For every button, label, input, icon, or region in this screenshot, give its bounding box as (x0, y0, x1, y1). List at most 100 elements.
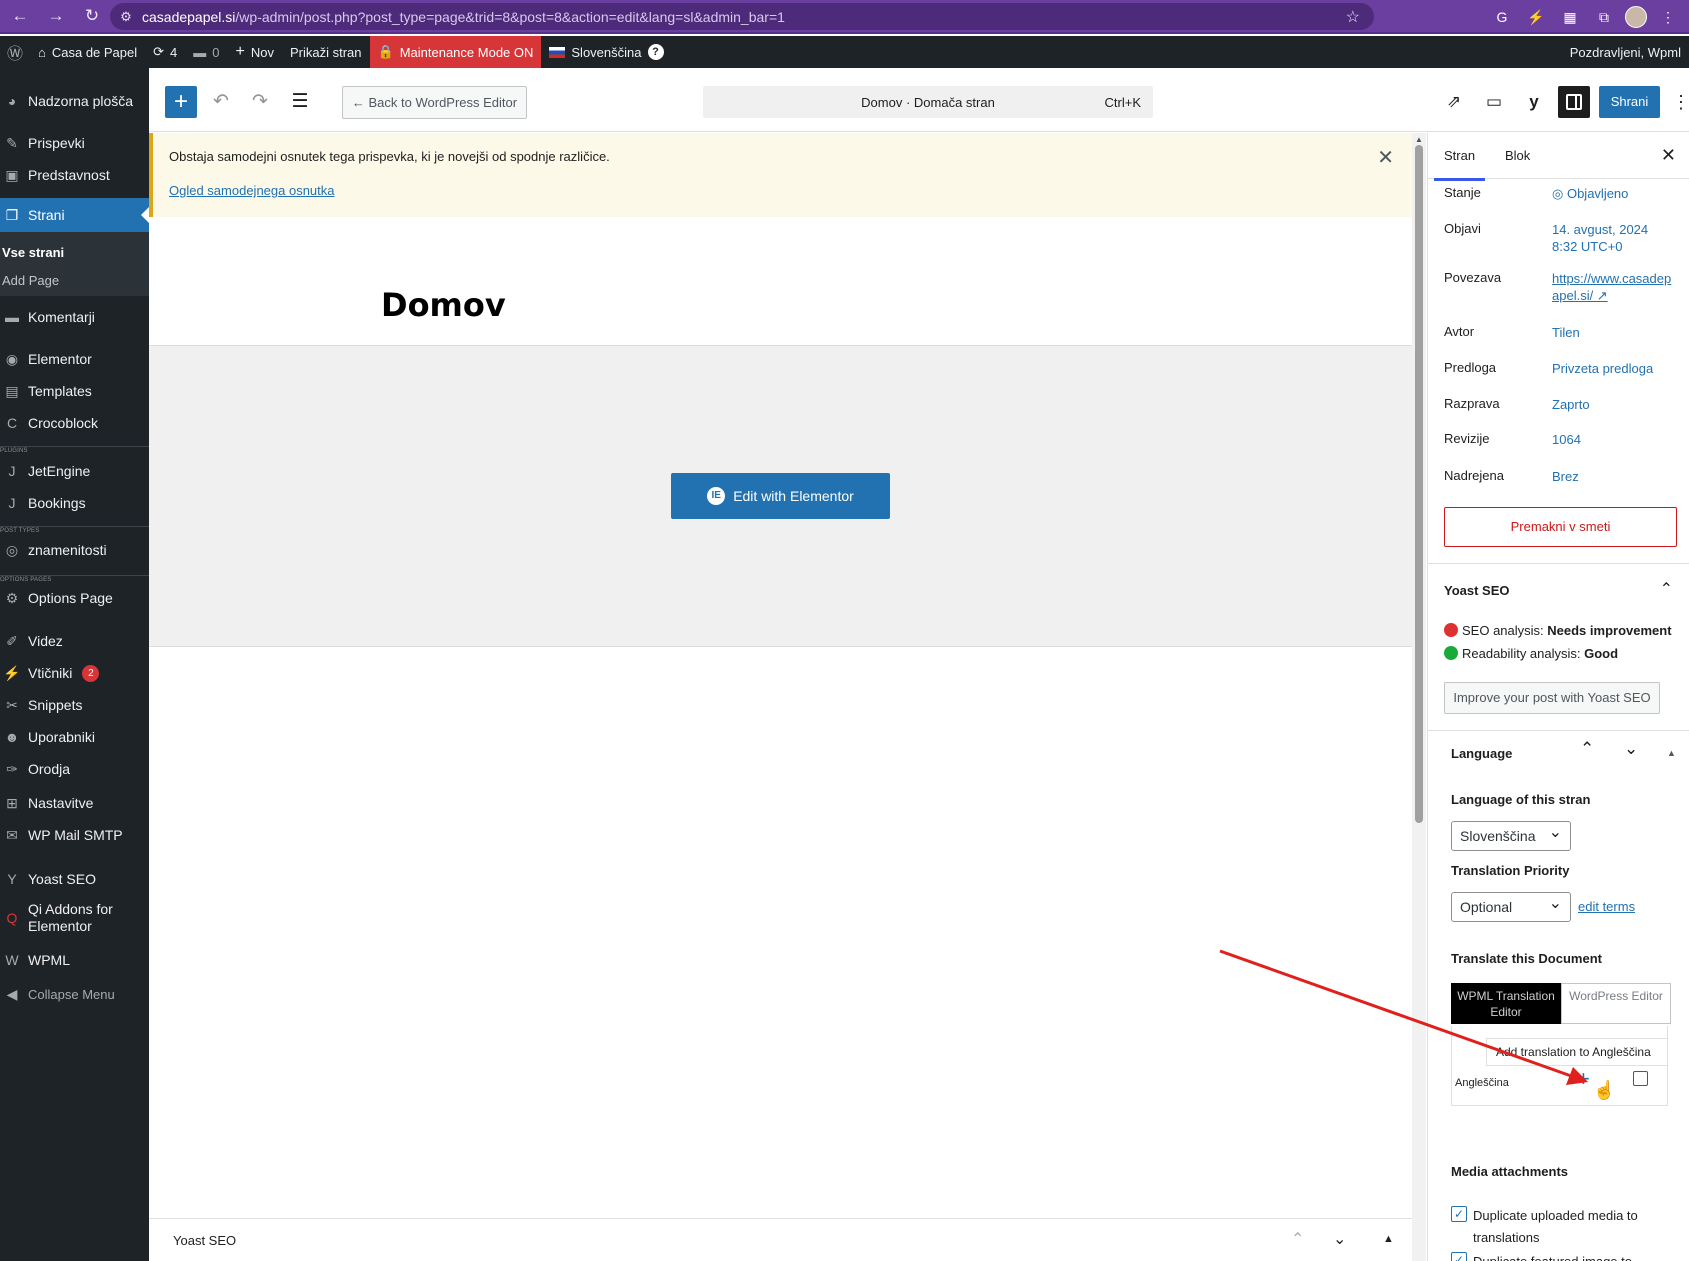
back-arrow-icon[interactable]: ← (4, 1, 36, 31)
improve-with-yoast-button[interactable]: Improve your post with Yoast SEO (1444, 682, 1660, 714)
add-translation-plus-icon[interactable]: + (1577, 1068, 1590, 1090)
puzzle-icon[interactable]: ⧉ (1591, 4, 1617, 30)
sidebar-item-media[interactable]: ▣ Predstavnost (0, 158, 149, 192)
discussion-value[interactable]: Zaprto (1552, 396, 1678, 413)
permalink-value[interactable]: https://www.casadepapel.si/ ↗ (1552, 270, 1678, 304)
sidebar-collapse-menu[interactable]: ◀ Collapse Menu (0, 977, 149, 1011)
save-button[interactable]: Shrani (1599, 86, 1660, 118)
scrollbar-thumb[interactable] (1415, 145, 1423, 823)
sidebar-item-posts[interactable]: ✎ Prispevki (0, 126, 149, 160)
language-switcher[interactable]: Slovenščina? (541, 36, 671, 68)
duplicate-checkbox[interactable] (1633, 1071, 1648, 1086)
language-panel-title[interactable]: Language (1451, 746, 1512, 761)
duplicate-featured-checkbox[interactable]: ✓ (1451, 1252, 1467, 1261)
sidebar-item-dashboard[interactable]: ◕ Nadzorna plošča (0, 84, 149, 118)
publish-date-value[interactable]: 14. avgust, 2024 8:32 UTC+0 (1552, 221, 1652, 255)
close-icon[interactable]: ✕ (1377, 145, 1394, 170)
grammarly-icon[interactable]: G (1489, 4, 1515, 30)
add-block-button[interactable]: + (165, 86, 197, 118)
sidebar-item-wp-mail-smtp[interactable]: ✉ WP Mail SMTP (0, 818, 149, 852)
forward-arrow-icon[interactable]: → (40, 1, 72, 31)
bookmark-star-icon[interactable]: ☆ (1346, 7, 1360, 27)
toggle-panel-icon[interactable]: ▲ (1383, 1233, 1394, 1245)
sidebar-item-tools[interactable]: ✑ Orodja (0, 752, 149, 786)
wordpress-logo-icon[interactable]: Ⓦ (0, 36, 30, 68)
language-select[interactable]: Slovenščina (1451, 819, 1571, 851)
reload-icon[interactable]: ↻ (76, 1, 108, 31)
yoast-icon[interactable]: y (1518, 86, 1550, 118)
redo-icon[interactable]: ↷ (244, 86, 276, 118)
move-down-icon[interactable]: ⌄ (1624, 739, 1638, 759)
sidebar-item-wpml[interactable]: W WPML (0, 943, 149, 977)
tab-block[interactable]: Blok (1505, 148, 1530, 163)
chevron-up-icon[interactable]: ⌃ (1660, 579, 1673, 599)
post-title[interactable]: Domov (381, 286, 506, 324)
yoast-metabox-bar[interactable]: Yoast SEO ⌃ ⌄ ▲ (149, 1218, 1412, 1261)
move-to-trash-button[interactable]: Premakni v smeti (1444, 507, 1677, 547)
sidebar-item-pages[interactable]: ❐ Strani (0, 198, 149, 232)
profile-avatar[interactable] (1625, 6, 1647, 28)
address-bar[interactable]: ⚙ casadepapel.si/wp-admin/post.php?post_… (110, 3, 1374, 30)
scroll-up-icon[interactable]: ▲ (1415, 135, 1423, 144)
new-content-link[interactable]: + Nov (228, 36, 282, 68)
maintenance-mode-link[interactable]: 🔒 Maintenance Mode ON (369, 36, 542, 68)
status-value[interactable]: ◎ Objavljeno (1552, 185, 1678, 202)
back-to-wordpress-editor-button[interactable]: ← Back to WordPress Editor (342, 86, 527, 119)
browser-menu-icon[interactable]: ⋮ (1655, 4, 1681, 30)
seo-value: Needs improvement (1547, 623, 1672, 638)
command-palette[interactable]: Domov · Domača stran Ctrl+K (703, 86, 1153, 118)
sidebar-item-snippets[interactable]: ✂ Snippets (0, 688, 149, 722)
sidebar-item-qi-addons[interactable]: Q Qi Addons for Elementor (0, 895, 149, 941)
undo-icon[interactable]: ↶ (205, 86, 237, 118)
sidebar-item-jetengine[interactable]: J JetEngine (0, 454, 149, 488)
parent-value[interactable]: Brez (1552, 468, 1678, 485)
sidebar-item-crocoblock[interactable]: C Crocoblock (0, 406, 149, 440)
view-autosave-link[interactable]: Ogled samodejnega osnutka (169, 183, 335, 198)
site-settings-icon[interactable]: ⚙ (110, 9, 142, 25)
extension-icon[interactable]: ▦ (1557, 4, 1583, 30)
author-value[interactable]: Tilen (1552, 324, 1678, 341)
sidebar-item-templates[interactable]: ▤ Templates (0, 374, 149, 408)
extension-icon[interactable]: ⚡ (1523, 4, 1549, 30)
sidebar-item-znamenitosti[interactable]: ◎ znamenitosti (0, 533, 149, 567)
revisions-value[interactable]: 1064 (1552, 431, 1678, 448)
help-icon[interactable]: ? (647, 44, 664, 60)
priority-select[interactable]: Optional (1451, 890, 1571, 922)
preview-device-icon[interactable]: ▭ (1478, 86, 1510, 118)
sidebar-item-options-page[interactable]: ⚙ Options Page (0, 581, 149, 615)
edit-terms-link[interactable]: edit terms (1578, 899, 1635, 914)
sidebar-item-settings[interactable]: ⊞ Nastavitve (0, 786, 149, 820)
site-name-link[interactable]: ⌂ Casa de Papel (30, 36, 145, 68)
wpml-translation-editor-toggle[interactable]: WPML Translation Editor (1451, 983, 1561, 1024)
edit-with-elementor-button[interactable]: IE Edit with Elementor (671, 473, 890, 519)
view-page-icon[interactable]: ⇗ (1438, 86, 1470, 118)
sidebar-item-comments[interactable]: ▬ Komentarji (0, 300, 149, 334)
chevron-up-icon[interactable]: ⌃ (1291, 1229, 1304, 1249)
template-value[interactable]: Privzeta predloga (1552, 360, 1678, 377)
sidebar-item-bookings[interactable]: J Bookings (0, 486, 149, 520)
settings-sidebar-toggle[interactable] (1558, 86, 1590, 118)
close-panel-icon[interactable]: ✕ (1661, 145, 1676, 166)
folder-icon: ▤ (5, 382, 19, 399)
move-up-icon[interactable]: ⌃ (1580, 739, 1594, 759)
collapse-panel-icon[interactable]: ▲ (1667, 748, 1676, 758)
tab-post[interactable]: Stran (1433, 148, 1486, 181)
chevron-down-icon[interactable]: ⌄ (1333, 1229, 1346, 1249)
sidebar-sub-all-pages[interactable]: Vse strani (0, 238, 149, 266)
document-overview-icon[interactable]: ☰ (284, 86, 316, 118)
sidebar-item-elementor[interactable]: ◉ Elementor (0, 342, 149, 376)
options-menu-icon[interactable]: ⋮ (1672, 86, 1689, 118)
sidebar-item-yoast-seo[interactable]: Y Yoast SEO (0, 862, 149, 896)
sidebar-item-plugins[interactable]: ⚡ Vtičniki 2 (0, 656, 149, 690)
updates-link[interactable]: ⟳ 4 (145, 36, 185, 68)
duplicate-media-checkbox[interactable]: ✓ (1451, 1206, 1467, 1222)
canvas-scrollbar[interactable]: ▲ (1412, 133, 1426, 1261)
comments-link[interactable]: ▬ 0 (185, 36, 227, 68)
view-page-link[interactable]: Prikaži stran (282, 36, 370, 68)
sidebar-item-users[interactable]: ☻ Uporabniki (0, 720, 149, 754)
account-link[interactable]: Pozdravljeni, Wpml (1562, 36, 1689, 68)
wordpress-editor-toggle[interactable]: WordPress Editor (1561, 983, 1671, 1024)
sidebar-sub-add-page[interactable]: Add Page (0, 266, 149, 294)
sidebar-item-appearance[interactable]: ✐ Videz (0, 624, 149, 658)
yoast-panel-title[interactable]: Yoast SEO (1444, 583, 1510, 598)
